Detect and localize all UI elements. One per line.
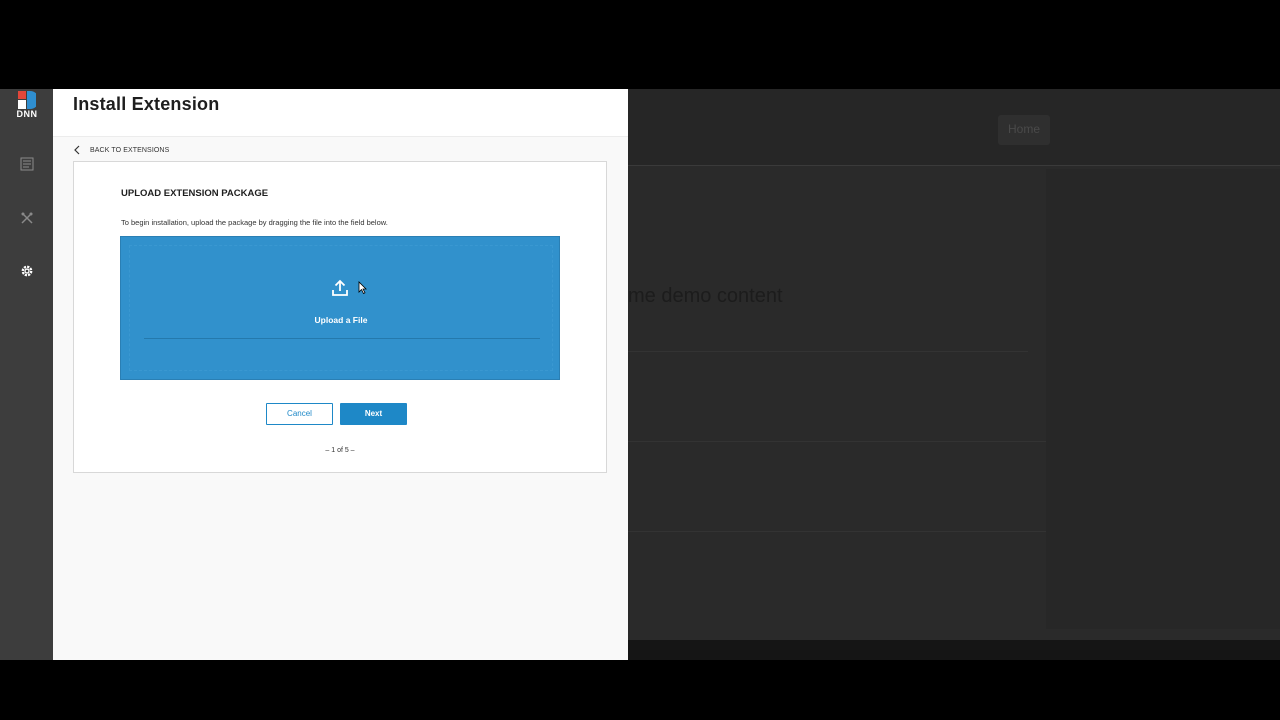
upload-file-label[interactable]: Upload a File (121, 315, 561, 325)
settings-icon[interactable] (16, 260, 38, 282)
content-icon[interactable] (16, 153, 38, 175)
tools-icon[interactable] (16, 207, 38, 229)
site-footer (628, 640, 1280, 660)
upload-icon (332, 279, 348, 296)
step-indicator: – 1 of 5 – (325, 447, 355, 454)
back-to-extensions-link[interactable]: BACK TO EXTENSIONS (73, 143, 169, 157)
site-home-link[interactable]: Home (998, 115, 1051, 145)
letterbox-top (0, 0, 1280, 89)
persona-bar: DNN (0, 89, 53, 660)
chevron-left-icon (74, 145, 80, 155)
site-divider (628, 441, 1046, 442)
panel-header: Install Extension (53, 89, 628, 137)
back-link-label: BACK TO EXTENSIONS (90, 146, 170, 154)
site-sidebar (1046, 169, 1280, 629)
dropzone-border (129, 245, 553, 371)
dnn-logo-text: DNN (16, 109, 38, 119)
dropzone-underline (144, 338, 540, 339)
dnn-logo-mark (18, 91, 36, 109)
upload-card: UPLOAD EXTENSION PACKAGE To begin instal… (73, 161, 607, 473)
site-divider (628, 531, 1046, 532)
dnn-logo[interactable]: DNN (13, 91, 41, 121)
background-site: Home me demo content (628, 89, 1280, 640)
site-header: Home (628, 89, 1280, 166)
letterbox-bottom (0, 660, 1280, 720)
mouse-cursor-icon (358, 281, 367, 294)
install-extension-panel: Install Extension BACK TO EXTENSIONS UPL… (53, 89, 628, 660)
page-title: Install Extension (73, 94, 220, 114)
next-button[interactable]: Next (340, 403, 407, 425)
site-heading: me demo content (628, 285, 783, 307)
file-dropzone[interactable]: Upload a File (120, 236, 560, 380)
card-title: UPLOAD EXTENSION PACKAGE (121, 188, 269, 199)
cancel-button[interactable]: Cancel (266, 403, 333, 425)
card-description: To begin installation, upload the packag… (121, 218, 388, 227)
site-divider (628, 351, 1028, 352)
